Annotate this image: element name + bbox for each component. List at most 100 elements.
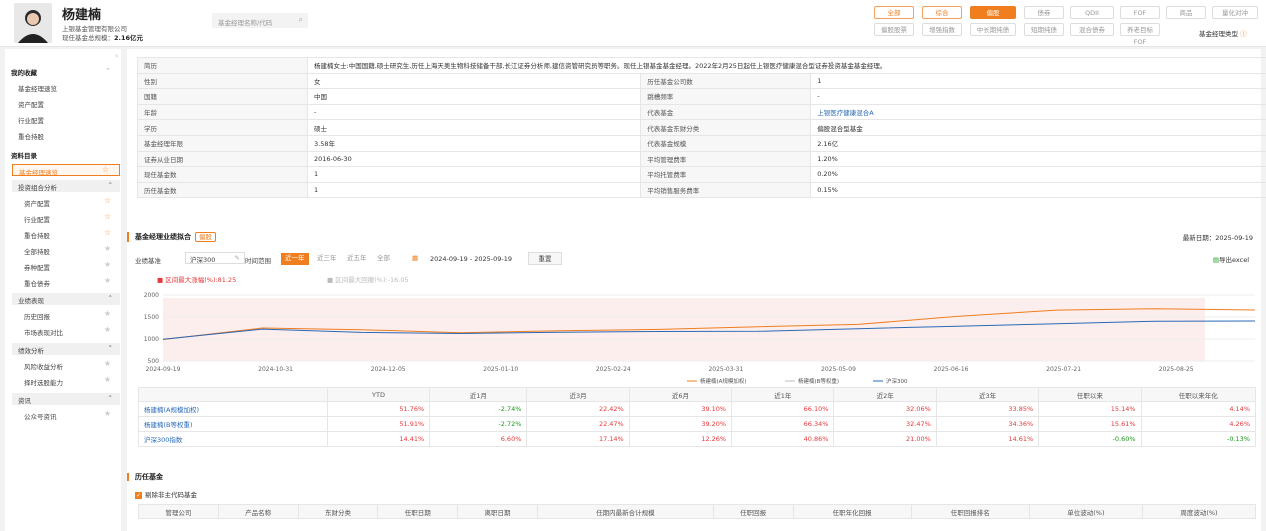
hist-col-header[interactable]: 任职年化回报 [792, 504, 912, 519]
sidebar-item[interactable]: 全部持股 [24, 246, 50, 256]
type-btn-qdii[interactable]: QDII [1070, 6, 1114, 19]
export-excel-button[interactable]: ▤导出excel [1213, 254, 1249, 264]
export-label: 导出excel [1219, 256, 1249, 264]
chevron-up-icon[interactable]: ⌃ [105, 67, 111, 75]
reset-button[interactable]: 重置 [528, 252, 562, 265]
sidebar-group-label: 资讯 [18, 397, 31, 405]
sidebar-group-analysis[interactable]: 绩效分析 ⌃ [12, 343, 120, 355]
sidebar-group-label: 投资组合分析 [18, 184, 57, 192]
perf-cell: 39.20% [628, 416, 733, 432]
star-icon[interactable]: ★ [104, 375, 111, 384]
sidebar-group-portfolio[interactable]: 投资组合分析 ⌃ [12, 180, 120, 192]
date-range[interactable]: 2024-09-19 - 2025-09-19 [430, 255, 512, 263]
sidebar-fav-item[interactable]: 行业配置 [18, 115, 44, 125]
sidebar-item[interactable]: 行业配置 [24, 214, 50, 224]
perf-cell: -2.74% [429, 401, 528, 417]
perf-col-header [138, 387, 328, 402]
type-btn-pension-fof[interactable]: 养老目标FOF [1120, 23, 1160, 46]
legend-label[interactable]: 杨建楠(B等权重) [798, 377, 839, 385]
search-input[interactable]: 基金经理名称/代码 ⌕ [212, 13, 308, 28]
hist-col-header[interactable]: 管理公司 [138, 504, 219, 519]
perf-cell: 12.26% [628, 431, 733, 447]
star-icon[interactable]: ☆ [104, 212, 111, 221]
y-tick-label: 1500 [144, 314, 159, 321]
star-icon[interactable]: ☆ [104, 196, 111, 205]
type-btn-long-bond[interactable]: 中长期纯债 [970, 23, 1016, 36]
max-gain-legend[interactable]: ■ 区间最大涨幅(%):81.25 [157, 274, 236, 284]
hist-col-header[interactable]: 产品名称 [217, 504, 299, 519]
bench-value: 沪深300 [190, 256, 216, 264]
range-1y[interactable]: 近一年 [281, 253, 309, 265]
sidebar-item[interactable]: 重仓持股 [24, 230, 50, 240]
sidebar-fav-item[interactable]: 重仓持股 [18, 131, 44, 141]
sidebar-item[interactable]: 择时选股能力 [24, 377, 63, 387]
sidebar-item[interactable]: 历史回报 [24, 311, 50, 321]
type-btn-short-bond[interactable]: 短期纯债 [1024, 23, 1064, 36]
type-btn-equity[interactable]: 偏股 [970, 6, 1016, 19]
hist-col-header[interactable]: 单位波动(%) [1028, 504, 1143, 519]
sidebar-item-overview[interactable]: 基金经理速览 ☆ [12, 164, 120, 177]
star-icon[interactable]: ☆ [104, 228, 111, 237]
hist-col-header[interactable]: 周度波动(%) [1141, 504, 1257, 519]
sidebar-fav-item[interactable]: 基金经理速览 [18, 83, 57, 93]
star-icon[interactable]: ★ [104, 409, 111, 418]
info-value: 女 [306, 72, 642, 90]
range-3y[interactable]: 近三年 [313, 253, 341, 265]
hist-col-header[interactable]: 任职回报排名 [910, 504, 1030, 519]
star-icon[interactable]: ★ [104, 244, 111, 253]
info-value[interactable]: 上银医疗健康混合A [810, 103, 1266, 121]
type-btn-fof[interactable]: FOF [1120, 6, 1160, 19]
legend-label[interactable]: 沪深300 [886, 377, 908, 385]
star-icon[interactable]: ★ [104, 276, 111, 285]
hist-col-header[interactable]: 任职日期 [377, 504, 459, 519]
type-btn-comprehensive[interactable]: 综合 [922, 6, 962, 19]
range-all[interactable]: 全部 [373, 253, 394, 265]
sidebar-fav-item[interactable]: 资产配置 [18, 99, 44, 109]
type-btn-mixed-bond[interactable]: 混合债券 [1070, 23, 1114, 36]
hist-col-header[interactable]: 离职日期 [457, 504, 538, 519]
y-tick-label: 500 [148, 358, 160, 365]
type-btn-bond[interactable]: 债券 [1024, 6, 1064, 19]
sidebar-item[interactable]: 资产配置 [24, 198, 50, 208]
sidebar-item[interactable]: 券种配置 [24, 262, 50, 272]
star-icon[interactable]: ★ [104, 260, 111, 269]
section-title-performance: 基金经理业绩拟合 偏股 [127, 232, 216, 242]
star-icon[interactable]: ★ [104, 325, 111, 334]
calendar-icon[interactable]: ▦ [412, 254, 418, 262]
hist-col-header[interactable]: 任期内最新合计规模 [536, 504, 714, 519]
type-btn-quant[interactable]: 量化对冲 [1212, 6, 1258, 19]
perf-row-name[interactable]: 杨建楠(A规模加权) [138, 401, 328, 417]
type-btn-equity-stock[interactable]: 偏股股票 [874, 23, 914, 36]
info-value: 0.15% [810, 181, 1266, 199]
perf-cell: 6.60% [429, 431, 528, 447]
max-drawdown-legend[interactable]: ■ 区间最大回撤(%):-16.05 [327, 274, 409, 284]
type-btn-enhanced-index[interactable]: 增强指数 [922, 23, 962, 36]
star-icon[interactable]: ★ [104, 359, 111, 368]
collapse-icon[interactable]: ‹ [115, 52, 118, 60]
perf-row-name[interactable]: 杨建楠(B等权重) [138, 416, 328, 432]
exclude-non-main-filter[interactable]: ✓ 剔除非主代码基金 [135, 489, 197, 499]
sidebar-item[interactable]: 市场表现对比 [24, 327, 63, 337]
sidebar-group-label: 绩效分析 [18, 347, 44, 355]
x-tick-label: 2024-12-05 [371, 366, 406, 373]
info-key: 代表基金东财分类 [640, 119, 812, 136]
info-key: 年龄 [137, 103, 308, 121]
perf-cell: 66.10% [731, 401, 835, 417]
star-icon[interactable]: ★ [104, 309, 111, 318]
star-icon[interactable]: ☆ [102, 165, 109, 174]
range-5y[interactable]: 近五年 [343, 253, 371, 265]
sidebar-group-performance[interactable]: 业绩表现 ⌃ [12, 293, 120, 305]
legend-label[interactable]: 杨建楠(A规模加权) [700, 377, 747, 385]
perf-row-name[interactable]: 沪深300指数 [138, 431, 328, 447]
sidebar-group-news[interactable]: 资讯 ⌃ [12, 393, 120, 405]
bench-select[interactable]: 沪深300 ✎ [185, 252, 245, 264]
help-icon[interactable]: ⓘ [1240, 30, 1247, 38]
checkbox-checked-icon[interactable]: ✓ [135, 491, 142, 499]
type-btn-all[interactable]: 全部 [874, 6, 914, 19]
sidebar-item[interactable]: 风险收益分析 [24, 361, 63, 371]
hist-col-header[interactable]: 任职回报 [712, 504, 794, 519]
hist-col-header[interactable]: 东财分类 [297, 504, 379, 519]
type-btn-commodity[interactable]: 商品 [1166, 6, 1206, 19]
sidebar-item[interactable]: 重仓债券 [24, 278, 50, 288]
sidebar-item[interactable]: 公众号资讯 [24, 411, 57, 421]
